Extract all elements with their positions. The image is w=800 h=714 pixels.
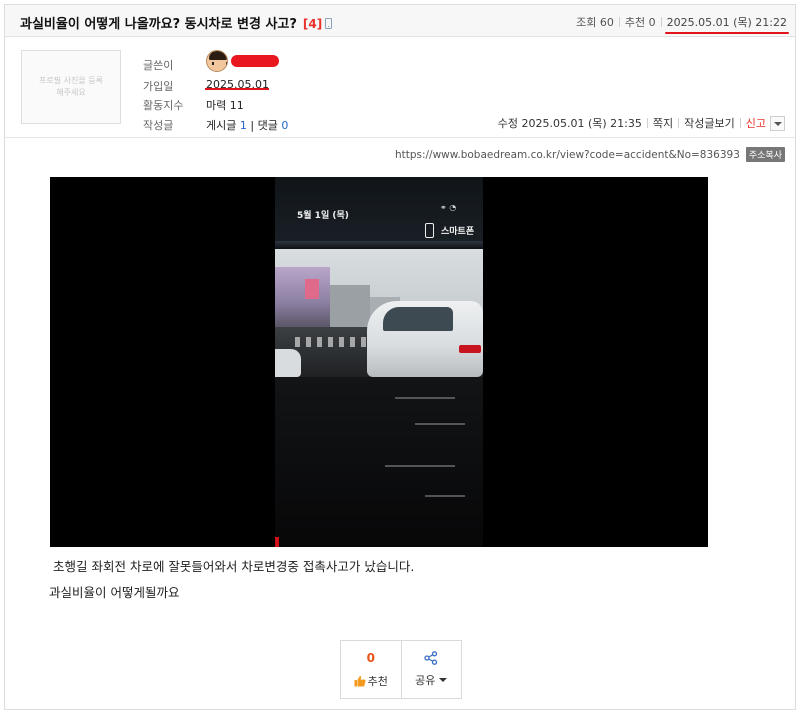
- share-icon: [424, 651, 438, 665]
- share-button[interactable]: 공유: [400, 641, 462, 698]
- car-dashboard: [275, 377, 483, 547]
- video-player[interactable]: 5월 1일 (목) ⚭ ◔ 스마트폰: [50, 177, 708, 547]
- chevron-down-icon: [439, 678, 448, 682]
- posted-date: 2025.05.01 (목) 21:22: [664, 16, 790, 34]
- screen-label: 스마트폰: [441, 227, 475, 237]
- view-posts-link[interactable]: 작성글보기: [684, 115, 735, 131]
- video-red-marker: [275, 537, 279, 547]
- avatar[interactable]: [206, 50, 228, 72]
- building: [275, 267, 330, 327]
- posts-count[interactable]: 1: [240, 119, 247, 132]
- stats-divider: |: [250, 119, 255, 132]
- dashboard-edge: [275, 241, 483, 249]
- action-divider: [739, 118, 741, 128]
- profile-photo-placeholder: 프로필 사진을 등록해주세요: [21, 50, 121, 124]
- screen-date: 5월 1일 (목): [297, 211, 349, 221]
- recommend-button-label: 추천: [367, 674, 388, 688]
- author-post-stats: 게시글 1 | 댓글 0: [206, 117, 288, 133]
- suv-window: [383, 307, 453, 331]
- author-name-redacted[interactable]: [231, 55, 279, 67]
- reflection-streak: [415, 423, 465, 425]
- dashboard-screen: 5월 1일 (목) ⚭ ◔ 스마트폰: [275, 177, 483, 251]
- recommend-button[interactable]: 0 추천: [341, 641, 401, 698]
- posts-label: 작성글: [143, 119, 174, 132]
- post-title: 과실비율이 어떻게 나올까요? 동시차로 변경 사고? [4]: [20, 13, 333, 32]
- post-body-line: 초행길 좌회전 차로에 잘못들어와서 차로변경중 접촉사고가 났습니다.: [53, 559, 415, 574]
- car-left: [275, 349, 301, 377]
- mobile-icon: [325, 18, 333, 29]
- recommend-button-label-wrap: 추천: [354, 673, 388, 689]
- profile-photo-text: 프로필 사진을 등록해주세요: [39, 76, 103, 97]
- post-header: 과실비율이 어떻게 나올까요? 동시차로 변경 사고? [4] 조회 60 추천 …: [5, 5, 795, 37]
- action-divider: [646, 118, 648, 128]
- post-title-text: 과실비율이 어떻게 나올까요? 동시차로 변경 사고?: [20, 17, 297, 32]
- view-count: 조회 60: [576, 16, 614, 29]
- author-label: 글쓴이: [143, 59, 174, 72]
- action-divider: [678, 118, 680, 128]
- reflection-streak: [395, 397, 455, 399]
- author-profile: 프로필 사진을 등록해주세요 글쓴이 가입일 2025.05.01 활동지수 마…: [5, 38, 795, 138]
- more-dropdown-button[interactable]: [770, 115, 785, 131]
- crosswalk: [295, 337, 375, 347]
- screen-status-icons: ⚭ ◔: [440, 203, 457, 212]
- report-link[interactable]: 신고: [746, 115, 766, 131]
- suv-taillight: [459, 345, 481, 353]
- video-frame: 5월 1일 (목) ⚭ ◔ 스마트폰: [275, 177, 483, 547]
- post-url-line: https://www.bobaedream.co.kr/view?code=a…: [395, 147, 785, 162]
- reflection-streak: [385, 465, 455, 467]
- posts-count-label: 게시글: [206, 119, 237, 132]
- message-link[interactable]: 쪽지: [653, 115, 673, 131]
- recommend-count: 추천 0: [624, 16, 656, 29]
- comment-count-badge[interactable]: [4]: [303, 17, 322, 31]
- post-actions: 수정 2025.05.01 (목) 21:35 쪽지 작성글보기 신고: [498, 115, 785, 131]
- joined-date-underline: [205, 88, 269, 90]
- post-meta: 조회 60 추천 0 2025.05.01 (목) 21:22: [576, 14, 790, 34]
- building: [330, 285, 370, 327]
- phone-icon: [425, 223, 434, 238]
- road-scene: [275, 249, 483, 377]
- edited-date: 수정 2025.05.01 (목) 21:35: [497, 117, 642, 130]
- meta-divider: [660, 17, 662, 27]
- recommend-button-count: 0: [366, 650, 375, 665]
- activity-value: 마력 11: [206, 99, 244, 112]
- post-body-line: 과실비율이 어떻게될까요: [49, 585, 180, 600]
- building-sign: [305, 279, 319, 299]
- joined-label: 가입일: [143, 80, 174, 93]
- share-button-label-wrap: 공유: [415, 672, 448, 688]
- comments-count-label: 댓글: [257, 119, 278, 132]
- meta-divider: [618, 17, 620, 27]
- post-url[interactable]: https://www.bobaedream.co.kr/view?code=a…: [395, 149, 740, 161]
- copy-url-button[interactable]: 주소복사: [745, 147, 785, 162]
- post-container: 과실비율이 어떻게 나올까요? 동시차로 변경 사고? [4] 조회 60 추천 …: [4, 4, 796, 710]
- post-buttons: 0 추천 공유: [340, 640, 462, 699]
- thumbs-up-icon: [354, 675, 366, 686]
- activity-label: 활동지수: [143, 99, 184, 112]
- share-button-label: 공유: [415, 674, 436, 687]
- reflection-streak: [425, 495, 465, 497]
- comments-count[interactable]: 0: [281, 119, 288, 132]
